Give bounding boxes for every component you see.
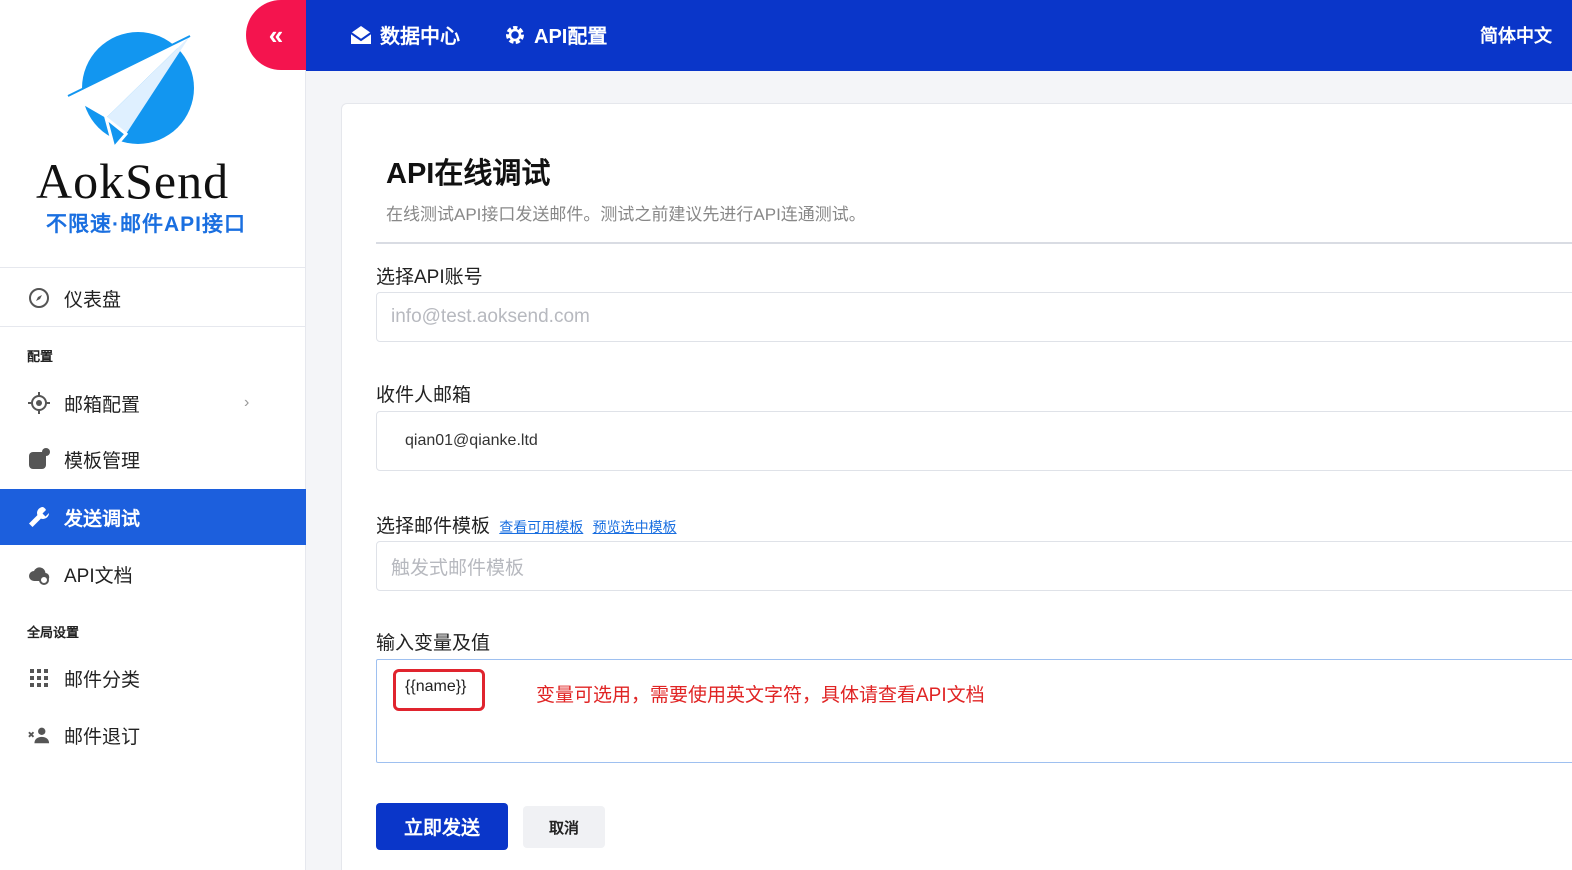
variable-annotation: 变量可选用，需要使用英文字符，具体请查看API文档 xyxy=(536,685,985,706)
cancel-button[interactable]: 取消 xyxy=(523,806,605,848)
nav-unsubscribe-label: 邮件退订 xyxy=(64,726,141,748)
nav-mailbox-config[interactable]: 邮箱配置 › xyxy=(0,375,306,431)
grid-icon xyxy=(28,667,50,689)
view-templates-link[interactable]: 查看可用模板 xyxy=(499,519,583,535)
nav-send-test[interactable]: 发送调试 xyxy=(0,489,306,545)
variable-token: {{name}} xyxy=(393,669,485,711)
nav-send-test-label: 发送调试 xyxy=(64,508,141,530)
nav-api-docs-label: API文档 xyxy=(64,565,133,587)
account-label: 选择API账号 xyxy=(376,267,483,288)
send-now-button[interactable]: 立即发送 xyxy=(376,803,508,850)
cloud-icon xyxy=(28,563,50,585)
variables-label: 输入变量及值 xyxy=(376,633,491,654)
app: AokSend 不限速·邮件API接口 仪表盘 配置 邮箱配置 › 模板管理 发… xyxy=(0,0,1572,870)
wrench-icon xyxy=(28,506,50,528)
template-select[interactable]: 触发式邮件模板 xyxy=(376,541,1572,591)
recipient-email-input[interactable]: qian01@qianke.ltd xyxy=(376,411,1572,471)
template-icon xyxy=(28,448,50,470)
nav-mail-category-label: 邮件分类 xyxy=(64,669,141,691)
variables-textarea[interactable] xyxy=(376,659,1572,763)
logo-tagline: 不限速·邮件API接口 xyxy=(46,213,246,236)
template-label-row: 选择邮件模板 查看可用模板 预览选中模板 xyxy=(376,511,677,538)
nav-api-config[interactable]: API配置 xyxy=(504,20,607,49)
nav-unsubscribe[interactable]: 邮件退订 xyxy=(0,707,306,763)
nav-mail-category[interactable]: 邮件分类 xyxy=(0,650,306,706)
page-title: API在线调试 xyxy=(386,158,551,190)
title-divider xyxy=(376,242,1572,244)
nav-mailbox-config-label: 邮箱配置 xyxy=(64,394,141,416)
sidebar: AokSend 不限速·邮件API接口 仪表盘 配置 邮箱配置 › 模板管理 发… xyxy=(0,0,306,870)
api-account-select[interactable]: info@test.aoksend.com xyxy=(376,292,1572,342)
paper-plane-logo-icon xyxy=(67,32,194,148)
nav-divider xyxy=(0,326,306,327)
nav-dashboard[interactable]: 仪表盘 xyxy=(0,270,306,326)
template-label: 选择邮件模板 xyxy=(376,516,491,537)
nav-api-config-label: API配置 xyxy=(534,26,608,48)
recipient-label: 收件人邮箱 xyxy=(376,385,472,406)
logo-wordmark: AokSend xyxy=(36,153,230,209)
target-icon xyxy=(28,392,50,414)
user-remove-icon xyxy=(28,724,50,746)
nav-section-config: 配置 xyxy=(27,349,54,364)
nav-template-mgmt[interactable]: 模板管理 xyxy=(0,431,306,487)
preview-template-link[interactable]: 预览选中模板 xyxy=(593,519,677,535)
compass-icon xyxy=(28,287,50,309)
top-navbar: 数据中心 API配置 简体中文 xyxy=(306,0,1572,71)
gear-icon xyxy=(504,24,526,46)
mail-open-icon xyxy=(350,25,372,45)
chevron-right-icon: › xyxy=(244,394,250,411)
nav-template-mgmt-label: 模板管理 xyxy=(64,450,141,472)
nav-data-center-label: 数据中心 xyxy=(380,26,460,48)
nav-api-docs[interactable]: API文档 xyxy=(0,546,306,602)
language-selector[interactable]: 简体中文 xyxy=(1480,22,1552,48)
page-subtitle: 在线测试API接口发送邮件。测试之前建议先进行API连通测试。 xyxy=(386,205,866,224)
nav-section-global: 全局设置 xyxy=(27,625,80,640)
nav-dashboard-label: 仪表盘 xyxy=(64,289,122,311)
nav-data-center[interactable]: 数据中心 xyxy=(350,20,460,49)
